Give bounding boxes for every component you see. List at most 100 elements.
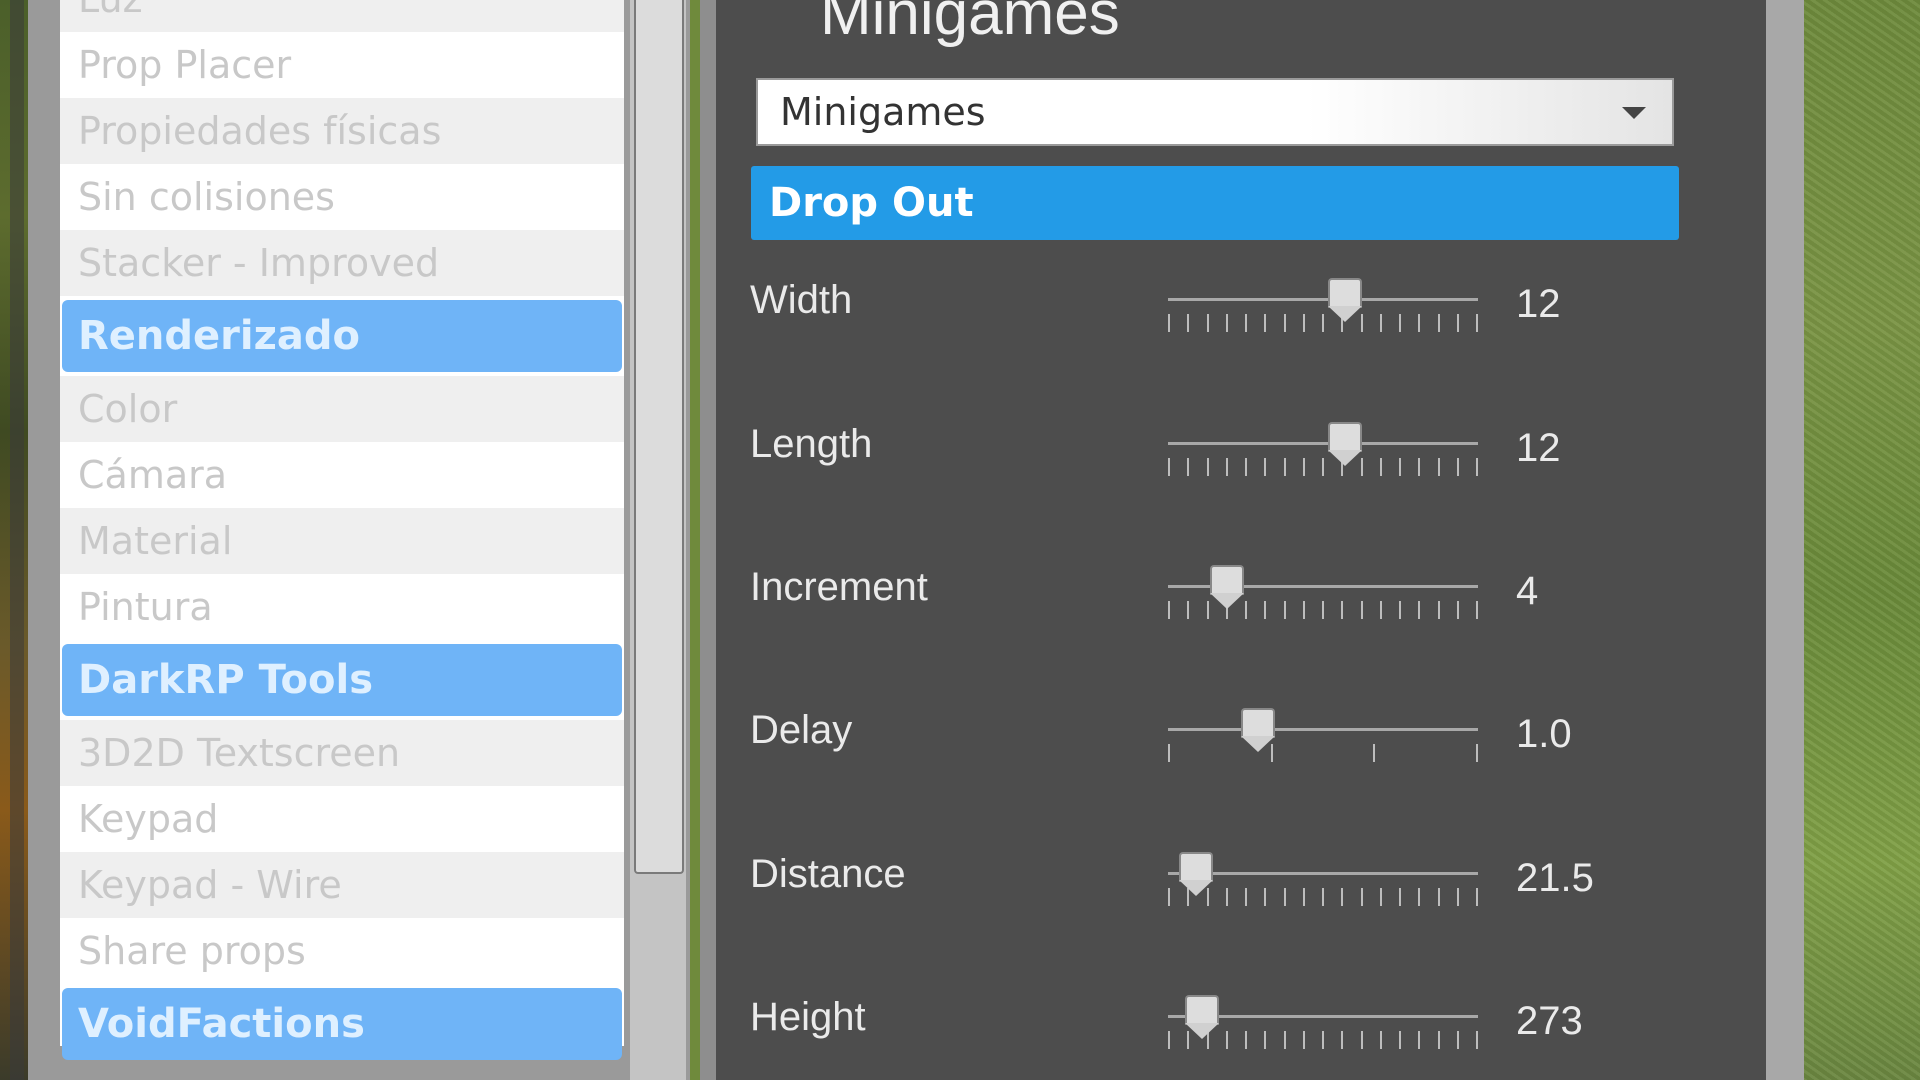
slider-value[interactable]: 12 — [1516, 282, 1561, 327]
tool-item[interactable]: Share props — [60, 918, 624, 984]
slider-width[interactable] — [1168, 262, 1478, 362]
slider-thumb-body — [1240, 708, 1275, 738]
slider-tick — [1476, 888, 1478, 906]
slider-delay[interactable] — [1168, 692, 1478, 792]
slider-height[interactable] — [1168, 979, 1478, 1079]
slider-thumb[interactable] — [1327, 278, 1362, 322]
slider-thumb-tip — [1209, 593, 1244, 609]
slider-thumb[interactable] — [1327, 422, 1362, 466]
slider-thumb-body — [1327, 422, 1362, 452]
game-world-right — [1790, 0, 1920, 1080]
slider-tick — [1399, 458, 1401, 476]
slider-length[interactable] — [1168, 406, 1478, 506]
tool-item[interactable]: Pintura — [60, 574, 624, 640]
slider-track[interactable] — [1168, 442, 1478, 445]
slider-tick — [1360, 1031, 1363, 1049]
slider-tick — [1341, 888, 1344, 906]
slider-tick — [1322, 458, 1324, 476]
slider-thumb[interactable] — [1185, 995, 1220, 1039]
section-header-drop-out[interactable]: Drop Out — [751, 166, 1679, 240]
scrollbar-thumb[interactable] — [634, 0, 684, 874]
slider-tick — [1245, 458, 1247, 476]
slider-tick — [1456, 1031, 1459, 1049]
slider-tick — [1245, 314, 1247, 332]
slider-value[interactable]: 12 — [1516, 426, 1561, 471]
slider-tick — [1476, 458, 1478, 476]
slider-row-width: Width 12 — [750, 262, 1710, 362]
tool-item[interactable]: Sin colisiones — [60, 164, 624, 230]
slider-tick — [1283, 1031, 1286, 1049]
slider-tick — [1418, 458, 1421, 476]
category-dropdown[interactable]: Minigames — [756, 78, 1674, 146]
slider-value[interactable]: 1.0 — [1516, 712, 1572, 757]
tool-item[interactable]: Propiedades físicas — [60, 98, 624, 164]
slider-distance[interactable] — [1168, 836, 1478, 936]
tool-item[interactable]: Keypad - Wire — [60, 852, 624, 918]
slider-tick — [1302, 888, 1305, 906]
slider-tick — [1206, 601, 1209, 619]
slider-value[interactable]: 21.5 — [1516, 856, 1594, 901]
slider-tick — [1264, 314, 1267, 332]
slider-tick — [1168, 1031, 1170, 1049]
slider-tick — [1225, 314, 1228, 332]
category-header-darkrp-tools[interactable]: DarkRP Tools — [62, 644, 622, 716]
slider-tick — [1264, 888, 1267, 906]
slider-thumb-body — [1327, 278, 1362, 308]
slider-tick — [1456, 601, 1459, 619]
slider-tick — [1302, 314, 1305, 332]
slider-ticks — [1168, 458, 1478, 478]
slider-tick — [1418, 314, 1421, 332]
slider-tick — [1168, 314, 1170, 332]
slider-tick — [1225, 1031, 1228, 1049]
tool-item[interactable]: 3D2D Textscreen — [60, 720, 624, 786]
slider-tick — [1418, 888, 1421, 906]
slider-tick — [1206, 458, 1209, 476]
slider-thumb-body — [1185, 995, 1220, 1025]
slider-tick — [1456, 888, 1459, 906]
tool-item[interactable]: Prop Placer — [60, 32, 624, 98]
slider-tick — [1379, 314, 1382, 332]
slider-ticks — [1168, 888, 1478, 908]
slider-tick — [1399, 1031, 1401, 1049]
slider-tick — [1373, 744, 1376, 762]
slider-thumb-tip — [1185, 1023, 1220, 1039]
slider-tick — [1456, 458, 1459, 476]
slider-tick — [1418, 1031, 1421, 1049]
slider-tick — [1283, 314, 1286, 332]
slider-tick — [1476, 314, 1478, 332]
slider-track[interactable] — [1168, 728, 1478, 731]
tool-item[interactable]: Luz — [60, 0, 624, 32]
slider-row-height: Height 273 — [750, 979, 1710, 1079]
slider-thumb[interactable] — [1240, 708, 1275, 752]
slider-tick — [1437, 601, 1440, 619]
tool-item[interactable]: Color — [60, 376, 624, 442]
slider-tick — [1437, 1031, 1440, 1049]
slider-increment[interactable] — [1168, 549, 1478, 649]
slider-thumb[interactable] — [1209, 565, 1244, 609]
slider-tick — [1322, 1031, 1324, 1049]
slider-track[interactable] — [1168, 872, 1478, 875]
slider-tick — [1399, 314, 1401, 332]
slider-tick — [1341, 1031, 1344, 1049]
slider-value[interactable]: 273 — [1516, 999, 1583, 1044]
slider-tick — [1283, 888, 1286, 906]
slider-thumb-tip — [1327, 450, 1362, 466]
slider-tick — [1476, 744, 1478, 762]
section-title: Drop Out — [769, 180, 974, 226]
category-header-renderizado[interactable]: Renderizado — [62, 300, 622, 372]
tool-item[interactable]: Material — [60, 508, 624, 574]
slider-tick — [1476, 1031, 1478, 1049]
slider-thumb[interactable] — [1178, 852, 1213, 896]
slider-tick — [1379, 1031, 1382, 1049]
slider-row-distance: Distance 21.5 — [750, 836, 1710, 936]
category-header-voidfactions[interactable]: VoidFactions — [62, 988, 622, 1060]
slider-label: Delay — [750, 708, 853, 752]
slider-value[interactable]: 4 — [1516, 569, 1538, 614]
tool-item[interactable]: Cámara — [60, 442, 624, 508]
tool-item[interactable]: Keypad — [60, 786, 624, 852]
tool-item[interactable]: Stacker - Improved — [60, 230, 624, 296]
slider-tick — [1264, 601, 1267, 619]
slider-track[interactable] — [1168, 298, 1478, 301]
slider-tick — [1302, 458, 1305, 476]
slider-tick — [1245, 1031, 1247, 1049]
